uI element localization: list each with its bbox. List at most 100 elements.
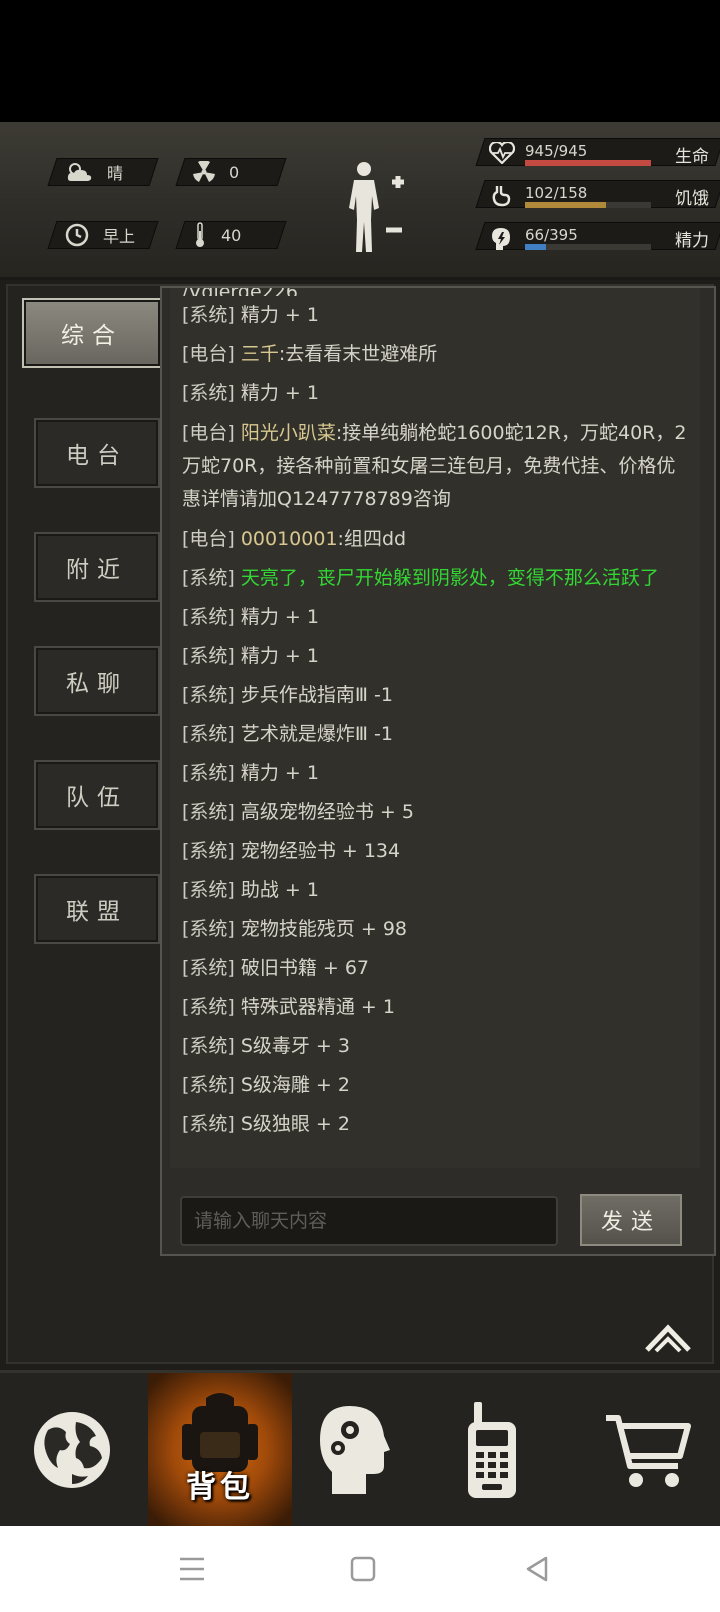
message-text: 破旧书籍 + 67 [240,957,370,979]
hunger-fill [525,202,607,208]
chat-input[interactable] [182,1198,556,1244]
chat-partial-line: /Vqlerde226 [182,288,692,296]
time-chip: 早上 [47,221,159,249]
chat-message: [系统] 精力 + 1 [182,598,692,637]
nav-skills[interactable] [282,1373,426,1526]
globe-icon [34,1411,110,1488]
chat-message: [系统] 宠物技能残页 + 98 [182,910,692,949]
message-sender[interactable]: 三千 [241,343,279,365]
back-icon[interactable] [524,1556,550,1582]
tab-general[interactable]: 综合 [22,298,162,368]
message-text: 助战 + 1 [240,879,319,901]
message-channel-tag: [系统] [182,918,235,940]
send-button[interactable]: 发送 [580,1194,682,1246]
message-channel-tag: [系统] [182,645,235,667]
nav-backpack[interactable]: 背包 [148,1373,292,1526]
chat-message: [系统] 精力 + 1 [182,754,692,793]
message-channel-tag: [系统] [182,382,235,404]
message-text: 精力 + 1 [240,645,319,667]
tab-private[interactable]: 私聊 [34,646,160,716]
chat-input-box[interactable] [180,1196,558,1246]
chat-log[interactable]: /Vqlerde226 [系统]精力 + 1[电台]三千:去看看末世避难所[系统… [170,288,700,1168]
life-track [525,160,651,166]
body-status-icon[interactable] [346,160,416,256]
chat-message: [系统] S级海雕 + 2 [182,1066,692,1105]
message-text: 精力 + 1 [240,382,319,404]
life-bar: 945/945 生命 [475,138,720,167]
message-channel-tag: [系统] [182,567,235,589]
message-channel-tag: [系统] [182,606,235,628]
energy-label: 精力 [675,231,709,251]
chat-message: [电台] 阳光小趴菜:接单纯躺枪蛇1600蛇12R，万蛇40R，2万蛇70R，接各… [182,413,692,520]
energy-value: 66/395 [525,226,578,244]
radiation-icon [193,161,215,182]
message-text: S级独眼 + 2 [240,1113,350,1135]
message-channel-tag: [系统] [182,304,235,326]
message-channel-tag: [电台] [182,422,235,444]
hunger-value: 102/158 [525,184,588,202]
chat-panel: /Vqlerde226 [系统]精力 + 1[电台]三千:去看看末世避难所[系统… [160,286,716,1256]
message-sender[interactable]: 阳光小趴菜 [241,422,336,444]
message-sender[interactable]: 00010001 [241,528,338,550]
chat-message: [系统] 精力 + 1 [182,296,692,335]
tab-nearby[interactable]: 附近 [34,532,160,602]
radiation-chip: 0 [175,158,287,186]
radiation-value: 0 [229,162,240,182]
message-text: 艺术就是爆炸Ⅲ -1 [240,723,393,745]
message-channel-tag: [系统] [182,723,235,745]
system-nav-bar [0,1526,720,1612]
message-channel-tag: [系统] [182,684,235,706]
nav-radio[interactable] [420,1373,564,1526]
message-text: S级海雕 + 2 [240,1074,350,1096]
weather-chip: 晴 [47,158,159,186]
life-fill [525,160,651,166]
clock-icon [65,223,89,247]
nav-backpack-label: 背包 [186,1470,254,1505]
hunger-track [525,202,651,208]
message-text: S级毒牙 + 3 [240,1035,350,1057]
chat-message: [系统] 精力 + 1 [182,374,692,413]
hunger-label: 饥饿 [675,189,709,209]
menu-icon[interactable] [178,1556,206,1582]
chat-message: [系统] 特殊武器精通 + 1 [182,988,692,1027]
nav-world[interactable] [0,1373,144,1526]
stomach-icon [492,186,511,207]
tab-team[interactable]: 队伍 [34,760,160,830]
message-channel-tag: [系统] [182,879,235,901]
message-text: 步兵作战指南Ⅲ -1 [240,684,393,706]
energy-bar: 66/395 精力 [475,222,720,251]
thermometer-icon [196,222,204,247]
home-icon[interactable] [350,1556,376,1582]
nav-shop[interactable] [576,1373,720,1526]
top-black-area [0,0,720,122]
message-channel-tag: [系统] [182,1035,235,1057]
bottom-nav: 背包 [0,1370,720,1526]
message-channel-tag: [系统] [182,957,235,979]
chat-message: [系统] 艺术就是爆炸Ⅲ -1 [182,715,692,754]
time-value: 早上 [103,227,136,246]
message-list: [系统] 精力 + 1 [电台] 三千:去看看末世避难所 [系统] 精力 + 1 [电台] 阳… [182,296,692,1144]
chat-message: [电台] 三千:去看看末世避难所 [182,335,692,374]
chat-message: [系统] 助战 + 1 [182,871,692,910]
message-text: :组四dd [337,528,407,550]
message-text: 精力 + 1 [240,606,319,628]
energy-track [525,244,651,250]
temperature-value: 40 [221,225,242,245]
heart-icon [489,142,515,164]
chat-message: [电台] 00010001:组四dd [182,520,692,559]
message-channel-tag: [电台] [182,343,235,365]
message-text: 精力 + 1 [240,762,319,784]
message-text: 宠物经验书 + 134 [240,840,401,862]
tab-radio[interactable]: 电台 [34,418,160,488]
brain-lightning-icon [492,228,510,250]
energy-fill [525,244,547,250]
walkie-talkie-icon [468,1401,516,1498]
life-value: 945/945 [525,142,588,160]
chat-message: [系统] S级毒牙 + 3 [182,1027,692,1066]
life-label: 生命 [675,147,709,167]
collapse-up-icon[interactable] [644,1320,692,1354]
message-channel-tag: [系统] [182,762,235,784]
tab-alliance[interactable]: 联盟 [34,874,160,944]
message-text: 高级宠物经验书 + 5 [240,801,414,823]
weather-value: 晴 [107,164,124,183]
